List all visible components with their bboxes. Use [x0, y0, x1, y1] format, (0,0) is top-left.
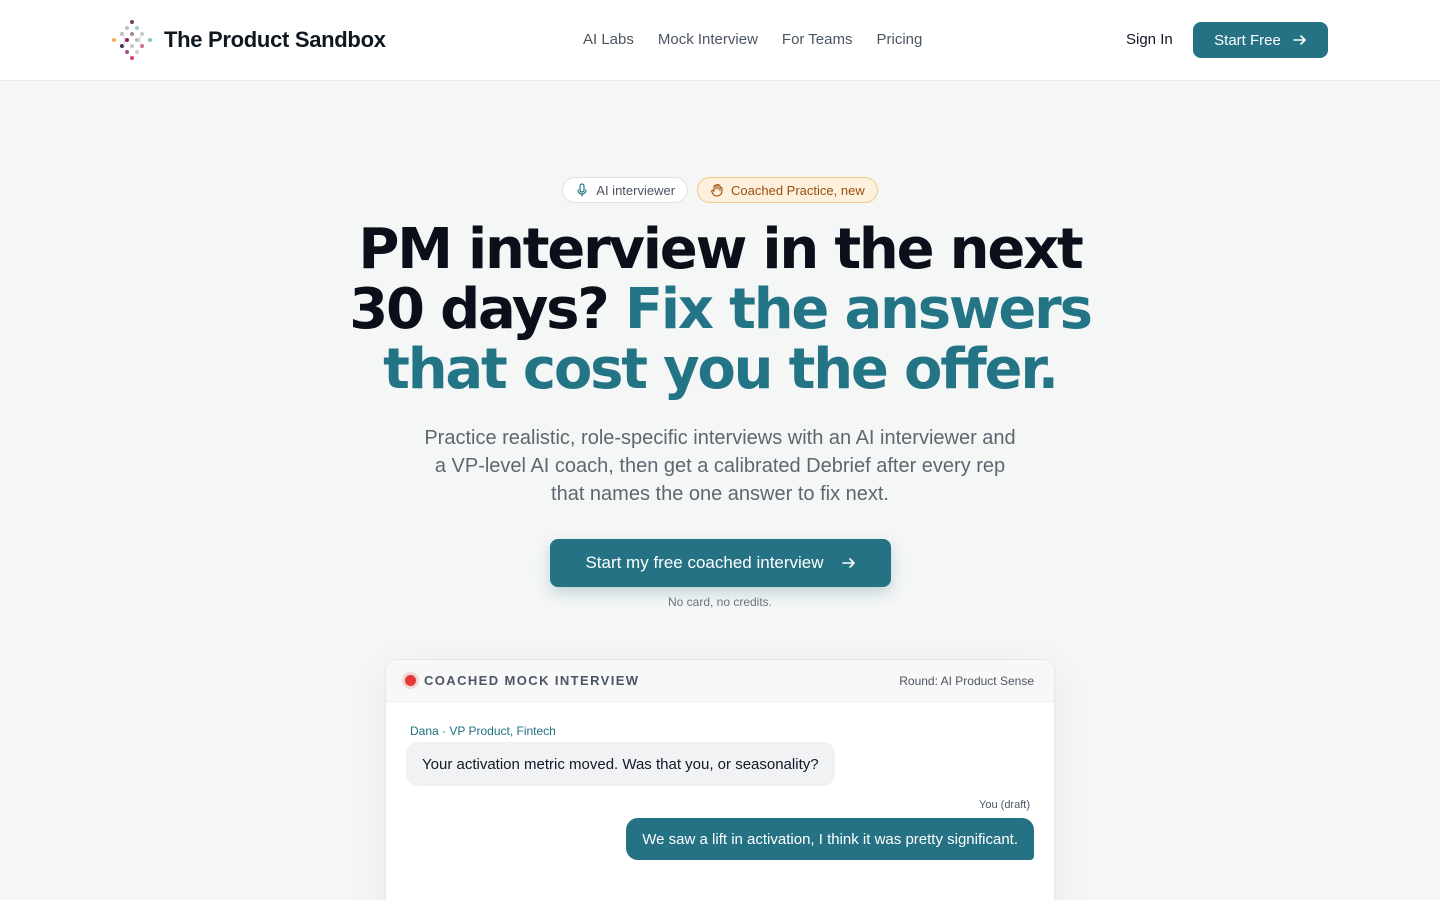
round-label: Round: AI Product Sense — [899, 674, 1034, 688]
hero-subhead: Practice realistic, role-specific interv… — [424, 427, 1016, 505]
arrow-right-icon — [1293, 35, 1306, 45]
microphone-icon — [577, 183, 587, 197]
site-header: The Product Sandbox AI Labs Mock Intervi… — [0, 0, 1440, 81]
recording-dot-icon — [405, 675, 416, 686]
hero-headline: PM interview in the next 30 days? Fix th… — [0, 220, 1440, 400]
coached-practice-badge-label: Coached Practice, new — [731, 182, 865, 198]
brand-name: The Product Sandbox — [164, 27, 386, 52]
main-nav: AI Labs Mock Interview For Teams Pricing — [583, 31, 922, 48]
arrow-right-icon — [841, 558, 855, 568]
nav-pricing[interactable]: Pricing — [876, 31, 922, 48]
logo[interactable]: The Product Sandbox — [110, 18, 386, 62]
you-draft-label: You (draft) — [979, 799, 1030, 811]
card-header: COACHED MOCK INTERVIEW Round: AI Product… — [386, 660, 1054, 702]
nav-ai-labs[interactable]: AI Labs — [583, 31, 634, 48]
logo-mark-icon — [112, 20, 152, 60]
you-message-bubble: We saw a lift in activation, I think it … — [626, 818, 1034, 860]
ai-interviewer-badge-label: AI interviewer — [596, 182, 676, 198]
headline-line-2-accent: Fix the answers — [624, 277, 1093, 342]
card-title: COACHED MOCK INTERVIEW — [424, 673, 640, 688]
nav-mock-interview[interactable]: Mock Interview — [658, 31, 758, 48]
interviewer-message-bubble: Your activation metric moved. Was that y… — [406, 742, 835, 786]
interviewer-label: Dana · VP Product, Fintech — [410, 724, 556, 738]
hand-icon — [711, 183, 723, 197]
headline-line-2-dark: 30 days? — [349, 277, 610, 342]
cta-label: Start my free coached interview — [585, 553, 824, 572]
nav-for-teams[interactable]: For Teams — [782, 31, 853, 48]
sign-in-link[interactable]: Sign In — [1126, 31, 1173, 48]
start-free-label: Start Free — [1214, 31, 1281, 49]
ai-interviewer-badge: AI interviewer — [562, 177, 689, 203]
cta-note: No card, no credits. — [667, 595, 773, 609]
start-coached-interview-button[interactable]: Start my free coached interview — [550, 539, 891, 587]
headline-line-3-accent: that cost you the offer. — [383, 337, 1059, 402]
headline-line-1: PM interview in the next — [358, 217, 1083, 282]
start-free-button[interactable]: Start Free — [1193, 22, 1328, 58]
coached-practice-badge: Coached Practice, new — [697, 177, 878, 203]
mock-interview-card: COACHED MOCK INTERVIEW Round: AI Product… — [385, 659, 1055, 900]
hero-badges: AI interviewer Coached Practice, new — [0, 177, 1440, 203]
